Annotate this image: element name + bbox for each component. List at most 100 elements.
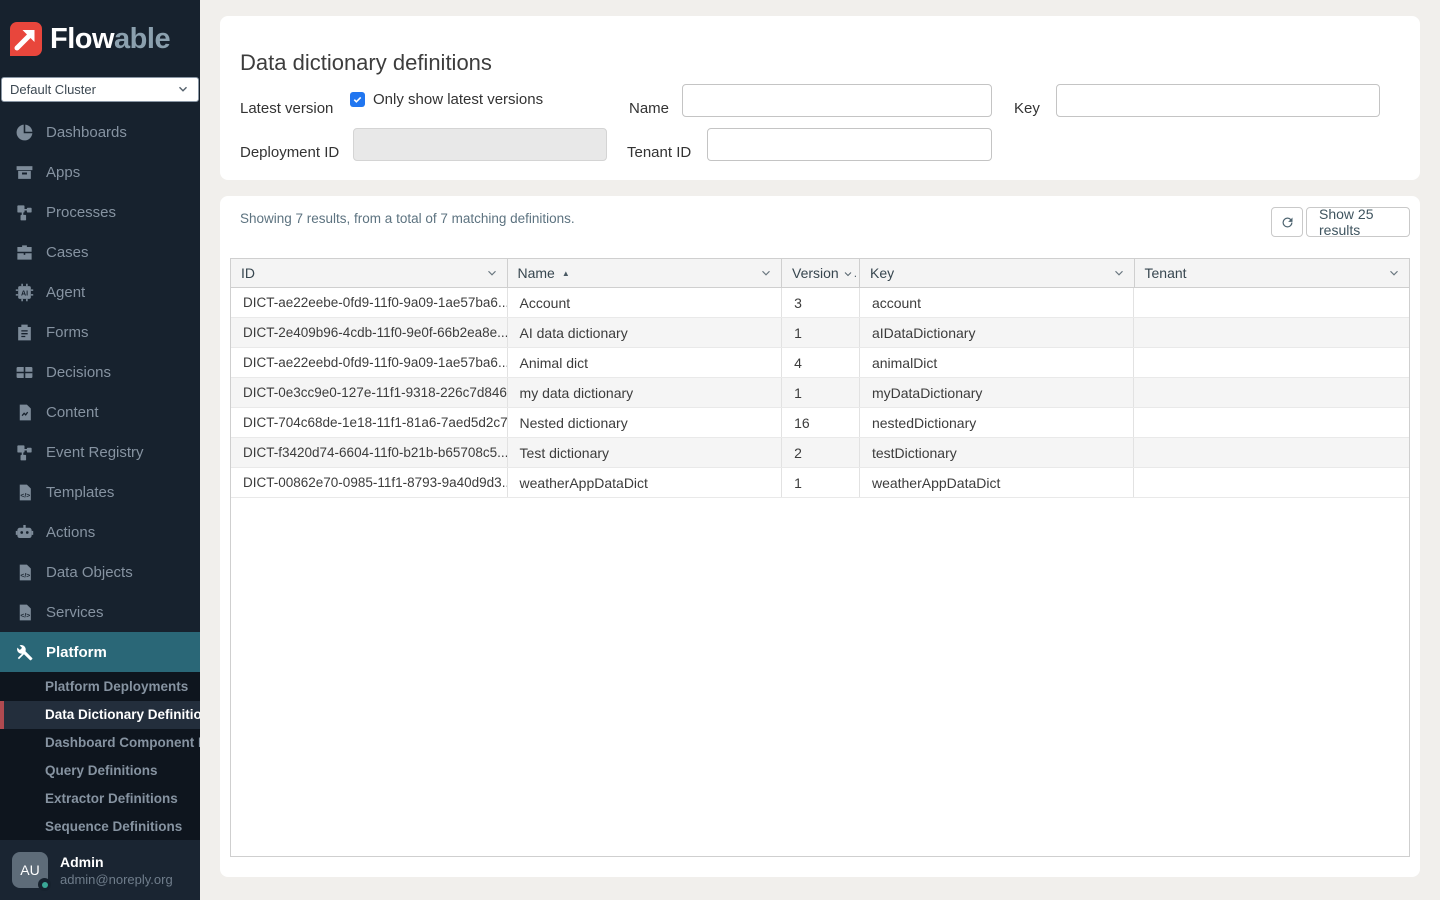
refresh-icon (1280, 215, 1295, 230)
cell-key: testDictionary (860, 438, 1135, 467)
cluster-select[interactable]: Default Cluster (1, 77, 199, 103)
cell-key: nestedDictionary (860, 408, 1135, 437)
sidebar-item-label: Content (46, 404, 99, 421)
column-header-version[interactable]: Version. (782, 259, 860, 287)
sidebar-item-actions[interactable]: Actions (0, 512, 200, 552)
chevron-down-icon: . (842, 266, 857, 280)
cell-version: 3 (782, 288, 860, 317)
ai-chip-icon: AI (14, 282, 34, 302)
sidebar-item-processes[interactable]: Processes (0, 192, 200, 232)
column-header-key[interactable]: Key (860, 259, 1135, 287)
column-header-name[interactable]: Name▲ (508, 259, 783, 287)
sidebar-item-platform[interactable]: Platform (0, 632, 200, 672)
sidebar-item-cases[interactable]: Cases (0, 232, 200, 272)
sidebar-subitem-dashboard-component-definitions[interactable]: Dashboard Component Definitions (0, 729, 200, 757)
cell-id: DICT-0e3cc9e0-127e-11f1-9318-226c7d846..… (231, 378, 508, 407)
box-icon (14, 162, 34, 182)
sidebar-item-forms[interactable]: Forms (0, 312, 200, 352)
chevron-down-icon (176, 82, 190, 96)
chevron-down-icon (1387, 266, 1401, 280)
cell-name: weatherAppDataDict (508, 468, 783, 497)
name-label: Name (629, 100, 669, 117)
sidebar-item-data-objects[interactable]: </>Data Objects (0, 552, 200, 592)
cell-version: 1 (782, 378, 860, 407)
table-row[interactable]: DICT-00862e70-0985-11f1-8793-9a40d9d3...… (231, 468, 1409, 498)
sidebar-item-apps[interactable]: Apps (0, 152, 200, 192)
sidebar-subitem-sequence-definitions[interactable]: Sequence Definitions (0, 813, 200, 840)
name-input[interactable] (682, 84, 992, 117)
cell-name: Test dictionary (508, 438, 783, 467)
cell-name: my data dictionary (508, 378, 783, 407)
sidebar-subitem-platform-deployments[interactable]: Platform Deployments (0, 673, 200, 701)
chevron-down-icon (1112, 266, 1126, 280)
column-header-tenant[interactable]: Tenant (1135, 259, 1410, 287)
sidebar-item-label: Services (46, 604, 104, 621)
table-row[interactable]: DICT-ae22eebd-0fd9-11f0-9a09-1ae57ba6...… (231, 348, 1409, 378)
chevron-down-icon (485, 266, 499, 280)
code-file-icon: </> (14, 482, 34, 502)
cell-key: weatherAppDataDict (860, 468, 1135, 497)
app-logo: Flowable (0, 0, 200, 64)
cell-key: aIDataDictionary (860, 318, 1135, 347)
cell-tenant (1134, 408, 1409, 437)
svg-text:</>: </> (20, 613, 30, 620)
definitions-table: IDName▲Version.KeyTenant DICT-ae22eebe-0… (230, 258, 1410, 857)
brand-name: Flowable (50, 23, 170, 56)
tenant-id-input[interactable] (707, 128, 992, 161)
document-icon (14, 402, 34, 422)
svg-text:</>: </> (20, 493, 30, 500)
cell-id: DICT-f3420d74-6604-11f0-b21b-b65708c5... (231, 438, 508, 467)
refresh-button[interactable] (1271, 207, 1303, 237)
user-footer[interactable]: AU Admin admin@noreply.org (0, 840, 200, 900)
results-card: Showing 7 results, from a total of 7 mat… (220, 196, 1420, 877)
cell-name: Nested dictionary (508, 408, 783, 437)
sitemap-icon (14, 202, 34, 222)
sidebar-item-label: Decisions (46, 364, 111, 381)
sidebar-item-dashboards[interactable]: Dashboards (0, 112, 200, 152)
latest-version-label: Latest version (240, 100, 333, 117)
deployment-id-input (353, 128, 607, 161)
cell-name: AI data dictionary (508, 318, 783, 347)
sidebar-item-event-registry[interactable]: Event Registry (0, 432, 200, 472)
sidebar-item-label: Event Registry (46, 444, 144, 461)
cell-version: 2 (782, 438, 860, 467)
sidebar-item-agent[interactable]: AIAgent (0, 272, 200, 312)
cell-tenant (1134, 438, 1409, 467)
robot-icon (14, 522, 34, 542)
sidebar-subitem-extractor-definitions[interactable]: Extractor Definitions (0, 785, 200, 813)
deployment-id-label: Deployment ID (240, 144, 339, 161)
cell-id: DICT-00862e70-0985-11f1-8793-9a40d9d3... (231, 468, 508, 497)
cell-id: DICT-ae22eebe-0fd9-11f0-9a09-1ae57ba6... (231, 288, 508, 317)
cell-name: Account (508, 288, 783, 317)
code-file-icon: </> (14, 602, 34, 622)
checkbox-checked-icon[interactable] (350, 92, 365, 107)
cell-version: 4 (782, 348, 860, 377)
key-input[interactable] (1056, 84, 1380, 117)
cell-tenant (1134, 378, 1409, 407)
sidebar-subitem-query-definitions[interactable]: Query Definitions (0, 757, 200, 785)
sidebar-item-decisions[interactable]: Decisions (0, 352, 200, 392)
sidebar-item-content[interactable]: Content (0, 392, 200, 432)
avatar: AU (12, 852, 48, 888)
column-header-id[interactable]: ID (231, 259, 508, 287)
table-row[interactable]: DICT-2e409b96-4cdb-11f0-9e0f-66b2ea8e...… (231, 318, 1409, 348)
flowable-logo-icon (9, 21, 43, 57)
table-row[interactable]: DICT-ae22eebe-0fd9-11f0-9a09-1ae57ba6...… (231, 288, 1409, 318)
table-row[interactable]: DICT-0e3cc9e0-127e-11f1-9318-226c7d846..… (231, 378, 1409, 408)
cell-tenant (1134, 318, 1409, 347)
sidebar-item-label: Platform (46, 644, 107, 661)
cell-version: 1 (782, 318, 860, 347)
sidebar-item-label: Dashboards (46, 124, 127, 141)
sidebar-subitem-data-dictionary-definitions[interactable]: Data Dictionary Definitions (0, 701, 200, 729)
table-row[interactable]: DICT-704c68de-1e18-11f1-81a6-7aed5d2c7..… (231, 408, 1409, 438)
show-results-button[interactable]: Show 25 results (1306, 207, 1410, 237)
filters-card: Data dictionary definitions Latest versi… (220, 16, 1420, 180)
sidebar-item-templates[interactable]: </>Templates (0, 472, 200, 512)
table-body: DICT-ae22eebe-0fd9-11f0-9a09-1ae57ba6...… (231, 288, 1409, 498)
sidebar-item-services[interactable]: </> Services (0, 592, 200, 632)
cell-id: DICT-704c68de-1e18-11f1-81a6-7aed5d2c7..… (231, 408, 508, 437)
latest-version-checkbox-group[interactable]: Only show latest versions (350, 91, 543, 108)
chevron-down-icon (759, 266, 773, 280)
table-row[interactable]: DICT-f3420d74-6604-11f0-b21b-b65708c5...… (231, 438, 1409, 468)
results-summary: Showing 7 results, from a total of 7 mat… (240, 211, 575, 226)
